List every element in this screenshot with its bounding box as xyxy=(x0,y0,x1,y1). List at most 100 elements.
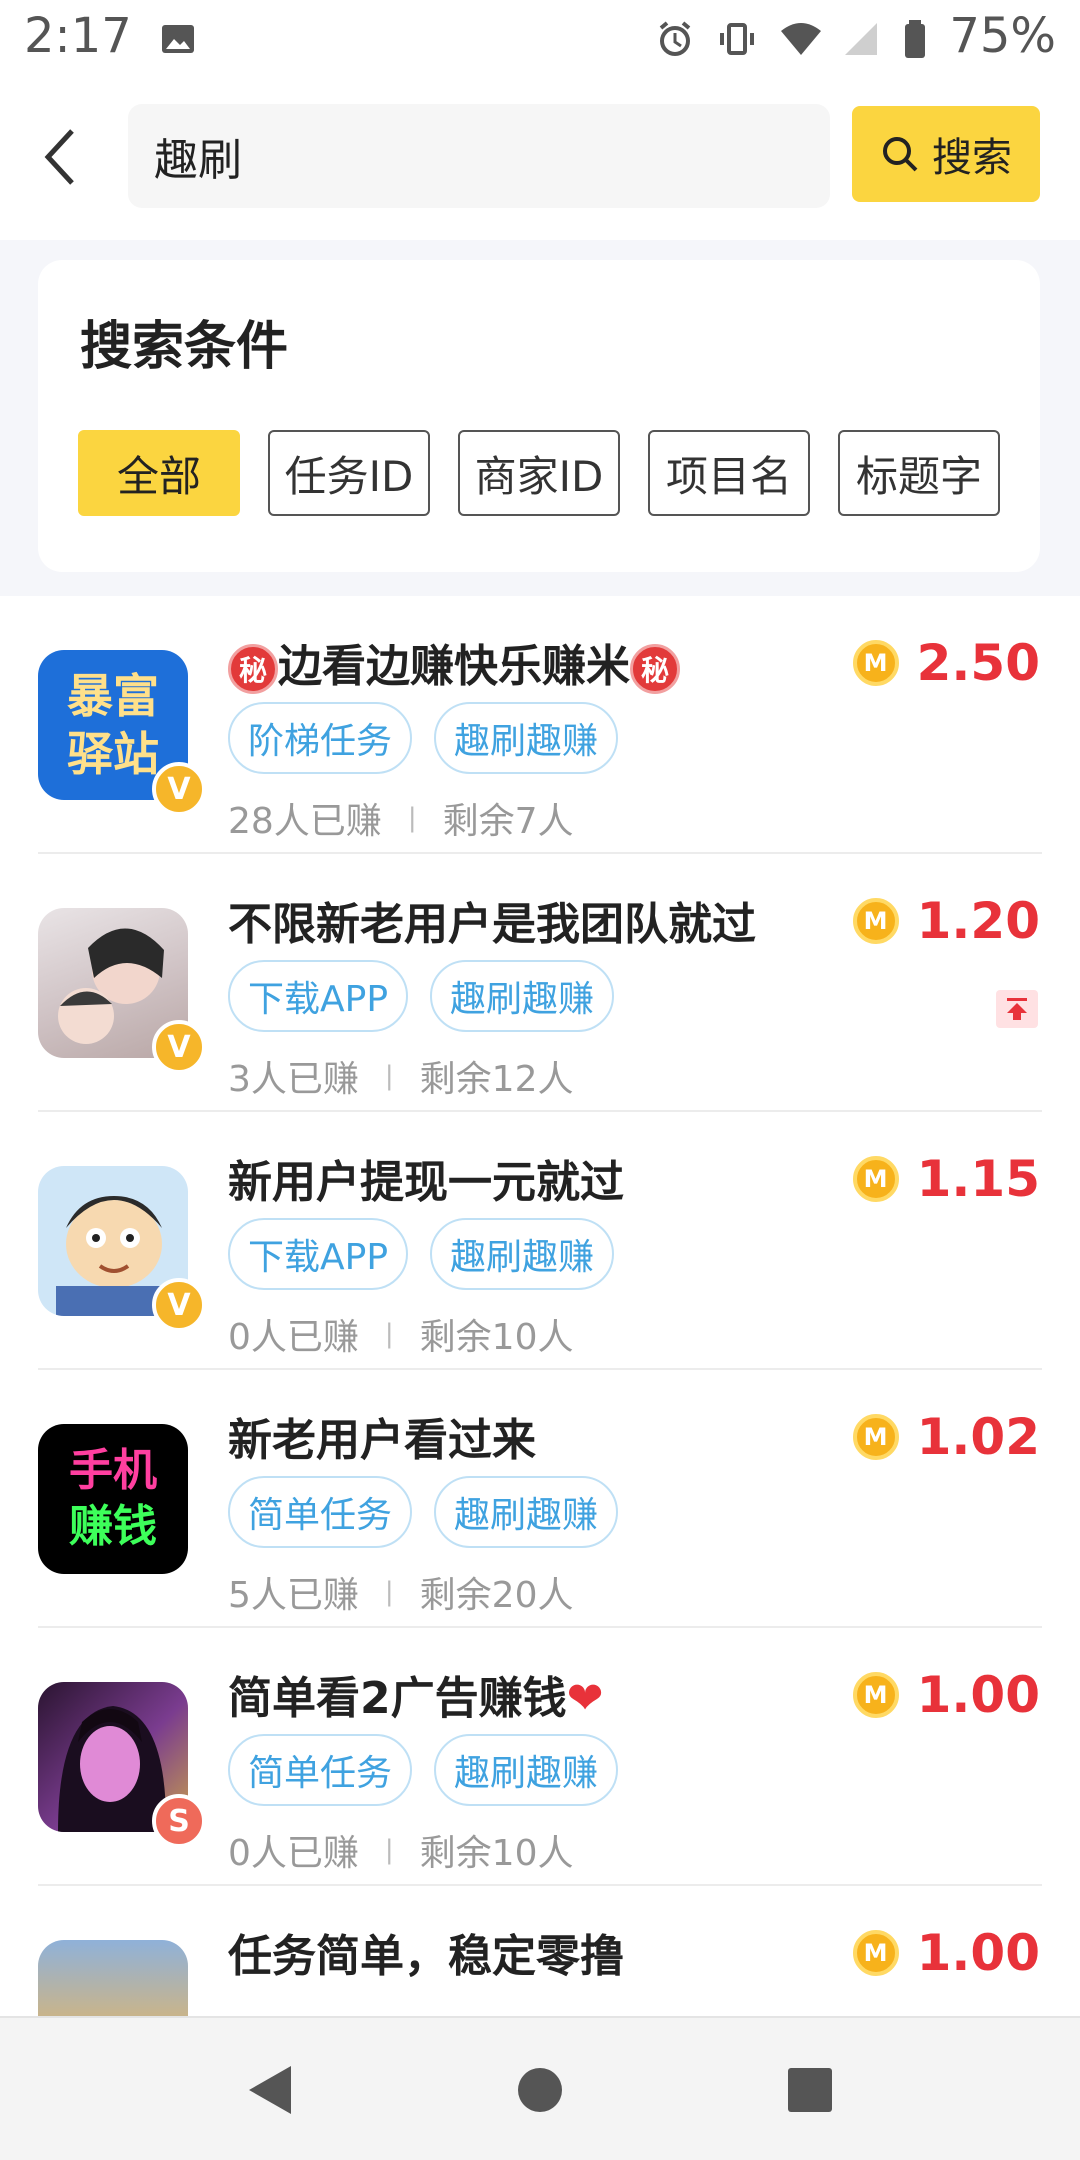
task-item[interactable]: 手机 赚钱 新老用户看过来 简单任务 趣刷趣赚 5人已赚 | 剩余20人 M 1… xyxy=(0,1370,1080,1628)
task-meta: 5人已赚 | 剩余20人 xyxy=(228,1566,573,1618)
task-tag: 简单任务 xyxy=(228,1734,413,1806)
task-tag: 简单任务 xyxy=(228,1476,413,1548)
triangle-back-icon xyxy=(249,2066,291,2114)
task-tag: 趣刷趣赚 xyxy=(434,1476,619,1548)
task-title: 任务简单，稳定零撸 xyxy=(228,1931,624,1982)
task-tags: 下载APP 趣刷趣赚 xyxy=(228,1218,615,1290)
task-price: M 1.00 xyxy=(852,1666,1040,1724)
avatar: 手机 赚钱 xyxy=(38,1424,190,1576)
task-item[interactable]: V 新用户提现一元就过 下载APP 趣刷趣赚 0人已赚 | 剩余10人 M 1.… xyxy=(0,1112,1080,1370)
task-item[interactable]: 任务简单，稳定零撸 M 1.00 xyxy=(0,1886,1080,2016)
avatar xyxy=(38,1940,190,2016)
heart-icon: ❤ xyxy=(566,1673,604,1724)
task-tag: 下载APP xyxy=(228,960,409,1032)
coin-icon: M xyxy=(852,640,899,686)
avatar-text: 暴富 xyxy=(67,669,159,723)
status-bar: 2:17 75% xyxy=(0,0,1080,72)
coin-icon: M xyxy=(852,1672,899,1718)
avatar-text: 赚钱 xyxy=(69,1501,157,1552)
back-button[interactable] xyxy=(30,122,90,192)
nav-recents-button[interactable] xyxy=(778,2058,842,2122)
filter-chip-task-id[interactable]: 任务ID xyxy=(268,430,430,516)
vip-badge-icon: V xyxy=(152,762,206,816)
vip-badge-icon: V xyxy=(152,1020,206,1074)
task-item[interactable]: S 简单看2广告赚钱❤ 简单任务 趣刷趣赚 0人已赚 | 剩余10人 M 1.0… xyxy=(0,1628,1080,1886)
status-time: 2:17 xyxy=(24,8,132,64)
task-tags: 简单任务 趣刷趣赚 xyxy=(228,1734,619,1806)
earned-count: 0人已赚 xyxy=(228,1833,359,1874)
remaining-count: 剩余10人 xyxy=(419,1833,574,1874)
task-tag: 趣刷趣赚 xyxy=(434,1734,619,1806)
nav-home-button[interactable] xyxy=(508,2058,572,2122)
price-amount: 2.50 xyxy=(916,634,1040,692)
earned-count: 5人已赚 xyxy=(228,1575,359,1616)
earned-count: 0人已赚 xyxy=(228,1317,359,1358)
battery-percent: 75% xyxy=(949,8,1056,64)
image-icon xyxy=(158,16,198,56)
task-item[interactable]: 暴富 驿站 V 秘边看边赚快乐赚米秘 阶梯任务 趣刷趣赚 28人已赚 | 剩余7… xyxy=(0,596,1080,854)
remaining-count: 剩余10人 xyxy=(419,1317,574,1358)
chevron-left-icon xyxy=(44,129,74,185)
signal-icon xyxy=(841,16,881,56)
search-button[interactable]: 搜索 xyxy=(852,106,1040,202)
filter-chip-title-keyword[interactable]: 标题字 xyxy=(838,430,1000,516)
task-title: 简单看2广告赚钱❤ xyxy=(228,1673,604,1724)
price-amount: 1.02 xyxy=(916,1408,1040,1466)
price-amount: 1.20 xyxy=(916,892,1040,950)
price-amount: 1.00 xyxy=(916,1666,1040,1724)
task-item[interactable]: V 不限新老用户是我团队就过 下载APP 趣刷趣赚 3人已赚 | 剩余12人 M… xyxy=(0,854,1080,1112)
task-tag: 阶梯任务 xyxy=(228,702,413,774)
task-meta: 0人已赚 | 剩余10人 xyxy=(228,1824,573,1876)
task-price: M 1.20 xyxy=(852,892,1040,950)
pinned-top-icon xyxy=(996,990,1038,1028)
task-tag: 趣刷趣赚 xyxy=(434,702,619,774)
alarm-icon xyxy=(655,16,695,56)
task-price: M 1.15 xyxy=(852,1150,1040,1208)
task-title: 新老用户看过来 xyxy=(228,1415,536,1466)
vibrate-icon xyxy=(717,16,757,56)
task-tag: 趣刷趣赚 xyxy=(430,1218,615,1290)
avatar: S xyxy=(38,1682,206,1848)
search-button-label: 搜索 xyxy=(932,135,1012,181)
wifi-icon xyxy=(779,16,822,56)
task-tags: 阶梯任务 趣刷趣赚 xyxy=(228,702,619,774)
battery-icon xyxy=(903,16,927,58)
search-input[interactable]: 趣刷 xyxy=(128,104,830,208)
remaining-count: 剩余7人 xyxy=(442,801,574,842)
remaining-count: 剩余12人 xyxy=(419,1059,574,1100)
task-title: 秘边看边赚快乐赚米秘 xyxy=(228,630,680,694)
search-header: 趣刷 搜索 xyxy=(0,72,1080,240)
task-meta: 28人已赚 | 剩余7人 xyxy=(228,792,573,844)
avatar-text: 手机 xyxy=(69,1445,157,1496)
earned-count: 28人已赚 xyxy=(228,801,382,842)
coin-icon: M xyxy=(852,1930,899,1976)
circle-home-icon xyxy=(518,2068,562,2112)
square-recents-icon xyxy=(788,2068,832,2112)
system-nav-bar xyxy=(0,2016,1080,2160)
task-title: 新用户提现一元就过 xyxy=(228,1157,624,1208)
task-meta: 3人已赚 | 剩余12人 xyxy=(228,1050,573,1102)
task-tags: 简单任务 趣刷趣赚 xyxy=(228,1476,619,1548)
coin-icon: M xyxy=(852,1414,899,1460)
task-price: M 1.02 xyxy=(852,1408,1040,1466)
avatar: 暴富 驿站 V xyxy=(38,650,206,816)
task-tag: 下载APP xyxy=(228,1218,409,1290)
filter-chip-all[interactable]: 全部 xyxy=(78,430,240,516)
secret-mark-icon: 秘 xyxy=(630,644,680,694)
coin-icon: M xyxy=(852,1156,899,1202)
level-badge-icon: S xyxy=(152,1794,206,1848)
task-tags: 下载APP 趣刷趣赚 xyxy=(228,960,615,1032)
task-tag: 趣刷趣赚 xyxy=(430,960,615,1032)
search-icon xyxy=(883,137,918,172)
earned-count: 3人已赚 xyxy=(228,1059,359,1100)
coin-icon: M xyxy=(852,898,899,944)
nav-back-button[interactable] xyxy=(238,2058,302,2122)
vip-badge-icon: V xyxy=(152,1278,206,1332)
filter-card: 搜索条件 全部 任务ID 商家ID 项目名 标题字 xyxy=(38,260,1040,572)
remaining-count: 剩余20人 xyxy=(419,1575,574,1616)
task-list: 暴富 驿站 V 秘边看边赚快乐赚米秘 阶梯任务 趣刷趣赚 28人已赚 | 剩余7… xyxy=(0,596,1080,2016)
avatar: V xyxy=(38,1166,206,1332)
filter-chip-project-name[interactable]: 项目名 xyxy=(648,430,810,516)
avatar: V xyxy=(38,908,206,1074)
filter-chip-merchant-id[interactable]: 商家ID xyxy=(458,430,620,516)
